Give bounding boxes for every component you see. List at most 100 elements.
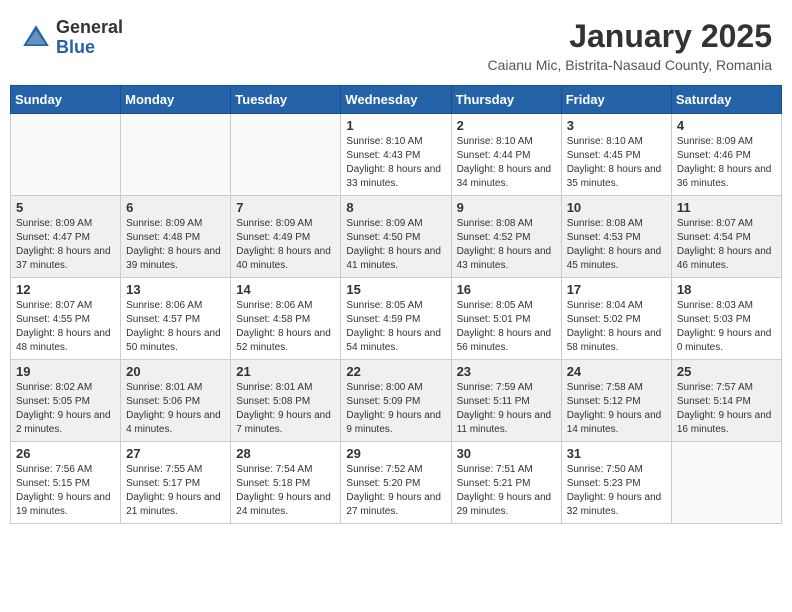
day-number: 10 [567, 200, 666, 215]
day-number: 16 [457, 282, 556, 297]
calendar-cell: 9 Sunrise: 8:08 AM Sunset: 4:52 PM Daylig… [451, 196, 561, 278]
day-number: 18 [677, 282, 776, 297]
day-info: Sunrise: 8:09 AM Sunset: 4:50 PM Dayligh… [346, 217, 445, 273]
day-info: Sunrise: 8:07 AM Sunset: 4:54 PM Dayligh… [677, 217, 776, 273]
day-number: 13 [126, 282, 225, 297]
day-number: 15 [346, 282, 445, 297]
day-number: 1 [346, 118, 445, 133]
calendar-cell: 27 Sunrise: 7:55 AM Sunset: 5:17 PM Dayli… [121, 442, 231, 524]
calendar-cell: 14Sunrise: 8:06 AM Sunset: 4:58 PM Dayli… [231, 278, 341, 360]
day-number: 25 [677, 364, 776, 379]
day-info: Sunrise: 8:05 AM Sunset: 5:01 PM Dayligh… [457, 299, 556, 355]
day-number: 2 [457, 118, 556, 133]
day-info: Sunrise: 7:56 AM Sunset: 5:15 PM Dayligh… [16, 463, 115, 519]
calendar-cell: 22 Sunrise: 8:00 AM Sunset: 5:09 PM Dayli… [341, 360, 451, 442]
calendar-cell: 30 Sunrise: 7:51 AM Sunset: 5:21 PM Dayli… [451, 442, 561, 524]
page-header: General Blue January 2025 Caianu Mic, Bi… [10, 10, 782, 77]
calendar-cell: 1 Sunrise: 8:10 AM Sunset: 4:43 PM Daylig… [341, 114, 451, 196]
day-info: Sunrise: 8:01 AM Sunset: 5:08 PM Dayligh… [236, 381, 335, 437]
day-info: Sunrise: 8:09 AM Sunset: 4:46 PM Dayligh… [677, 135, 776, 191]
day-info: Sunrise: 8:02 AM Sunset: 5:05 PM Dayligh… [16, 381, 115, 437]
day-number: 24 [567, 364, 666, 379]
day-number: 8 [346, 200, 445, 215]
day-number: 28 [236, 446, 335, 461]
calendar-cell: 7 Sunrise: 8:09 AM Sunset: 4:49 PM Daylig… [231, 196, 341, 278]
day-number: 31 [567, 446, 666, 461]
calendar-cell: 24 Sunrise: 7:58 AM Sunset: 5:12 PM Dayli… [561, 360, 671, 442]
day-number: 5 [16, 200, 115, 215]
day-number: 30 [457, 446, 556, 461]
day-info: Sunrise: 8:07 AM Sunset: 4:55 PM Dayligh… [16, 299, 115, 355]
calendar-cell: 6 Sunrise: 8:09 AM Sunset: 4:48 PM Daylig… [121, 196, 231, 278]
calendar-week-4: 19 Sunrise: 8:02 AM Sunset: 5:05 PM Dayli… [11, 360, 782, 442]
weekday-header-saturday: Saturday [671, 86, 781, 114]
calendar-week-5: 26 Sunrise: 7:56 AM Sunset: 5:15 PM Dayli… [11, 442, 782, 524]
day-number: 26 [16, 446, 115, 461]
day-info: Sunrise: 7:51 AM Sunset: 5:21 PM Dayligh… [457, 463, 556, 519]
logo: General Blue [20, 18, 123, 58]
day-info: Sunrise: 7:57 AM Sunset: 5:14 PM Dayligh… [677, 381, 776, 437]
calendar-cell: 10 Sunrise: 8:08 AM Sunset: 4:53 PM Dayli… [561, 196, 671, 278]
day-info: Sunrise: 8:09 AM Sunset: 4:47 PM Dayligh… [16, 217, 115, 273]
day-number: 20 [126, 364, 225, 379]
day-info: Sunrise: 8:03 AM Sunset: 5:03 PM Dayligh… [677, 299, 776, 355]
day-number: 6 [126, 200, 225, 215]
day-info: Sunrise: 7:58 AM Sunset: 5:12 PM Dayligh… [567, 381, 666, 437]
weekday-header-sunday: Sunday [11, 86, 121, 114]
day-info: Sunrise: 7:55 AM Sunset: 5:17 PM Dayligh… [126, 463, 225, 519]
day-number: 9 [457, 200, 556, 215]
day-info: Sunrise: 8:10 AM Sunset: 4:44 PM Dayligh… [457, 135, 556, 191]
calendar-cell: 15 Sunrise: 8:05 AM Sunset: 4:59 PM Dayli… [341, 278, 451, 360]
day-info: Sunrise: 7:52 AM Sunset: 5:20 PM Dayligh… [346, 463, 445, 519]
weekday-header-row: SundayMondayTuesdayWednesdayThursdayFrid… [11, 86, 782, 114]
day-info: Sunrise: 8:10 AM Sunset: 4:43 PM Dayligh… [346, 135, 445, 191]
calendar-cell: 21 Sunrise: 8:01 AM Sunset: 5:08 PM Dayli… [231, 360, 341, 442]
calendar-week-2: 5 Sunrise: 8:09 AM Sunset: 4:47 PM Daylig… [11, 196, 782, 278]
calendar-cell: 12 Sunrise: 8:07 AM Sunset: 4:55 PM Dayli… [11, 278, 121, 360]
day-number: 4 [677, 118, 776, 133]
weekday-header-friday: Friday [561, 86, 671, 114]
calendar-cell: 5 Sunrise: 8:09 AM Sunset: 4:47 PM Daylig… [11, 196, 121, 278]
calendar-cell: 31Sunrise: 7:50 AM Sunset: 5:23 PM Dayli… [561, 442, 671, 524]
logo-blue: Blue [56, 38, 123, 58]
day-info: Sunrise: 8:08 AM Sunset: 4:53 PM Dayligh… [567, 217, 666, 273]
day-number: 3 [567, 118, 666, 133]
calendar-cell: 29 Sunrise: 7:52 AM Sunset: 5:20 PM Dayli… [341, 442, 451, 524]
day-info: Sunrise: 8:09 AM Sunset: 4:48 PM Dayligh… [126, 217, 225, 273]
calendar-cell: 17Sunrise: 8:04 AM Sunset: 5:02 PM Dayli… [561, 278, 671, 360]
day-info: Sunrise: 8:04 AM Sunset: 5:02 PM Dayligh… [567, 299, 666, 355]
day-info: Sunrise: 7:59 AM Sunset: 5:11 PM Dayligh… [457, 381, 556, 437]
day-info: Sunrise: 8:10 AM Sunset: 4:45 PM Dayligh… [567, 135, 666, 191]
day-number: 19 [16, 364, 115, 379]
month-title: January 2025 [487, 18, 772, 55]
day-info: Sunrise: 8:09 AM Sunset: 4:49 PM Dayligh… [236, 217, 335, 273]
calendar-cell [11, 114, 121, 196]
logo-general: General [56, 18, 123, 38]
location-title: Caianu Mic, Bistrita-Nasaud County, Roma… [487, 57, 772, 73]
day-info: Sunrise: 8:05 AM Sunset: 4:59 PM Dayligh… [346, 299, 445, 355]
day-number: 23 [457, 364, 556, 379]
day-info: Sunrise: 8:08 AM Sunset: 4:52 PM Dayligh… [457, 217, 556, 273]
day-number: 21 [236, 364, 335, 379]
day-info: Sunrise: 7:54 AM Sunset: 5:18 PM Dayligh… [236, 463, 335, 519]
calendar-cell: 3 Sunrise: 8:10 AM Sunset: 4:45 PM Daylig… [561, 114, 671, 196]
calendar-cell [671, 442, 781, 524]
day-number: 12 [16, 282, 115, 297]
logo-text: General Blue [56, 18, 123, 58]
calendar-cell: 13Sunrise: 8:06 AM Sunset: 4:57 PM Dayli… [121, 278, 231, 360]
day-info: Sunrise: 8:00 AM Sunset: 5:09 PM Dayligh… [346, 381, 445, 437]
day-number: 22 [346, 364, 445, 379]
calendar-cell: 8 Sunrise: 8:09 AM Sunset: 4:50 PM Daylig… [341, 196, 451, 278]
calendar-cell [121, 114, 231, 196]
day-number: 29 [346, 446, 445, 461]
calendar-cell: 28 Sunrise: 7:54 AM Sunset: 5:18 PM Dayli… [231, 442, 341, 524]
calendar-week-1: 1 Sunrise: 8:10 AM Sunset: 4:43 PM Daylig… [11, 114, 782, 196]
day-info: Sunrise: 8:06 AM Sunset: 4:58 PM Dayligh… [236, 299, 335, 355]
day-number: 7 [236, 200, 335, 215]
weekday-header-tuesday: Tuesday [231, 86, 341, 114]
day-number: 27 [126, 446, 225, 461]
calendar-cell: 2 Sunrise: 8:10 AM Sunset: 4:44 PM Daylig… [451, 114, 561, 196]
weekday-header-thursday: Thursday [451, 86, 561, 114]
calendar-cell: 18 Sunrise: 8:03 AM Sunset: 5:03 PM Dayli… [671, 278, 781, 360]
calendar-cell [231, 114, 341, 196]
